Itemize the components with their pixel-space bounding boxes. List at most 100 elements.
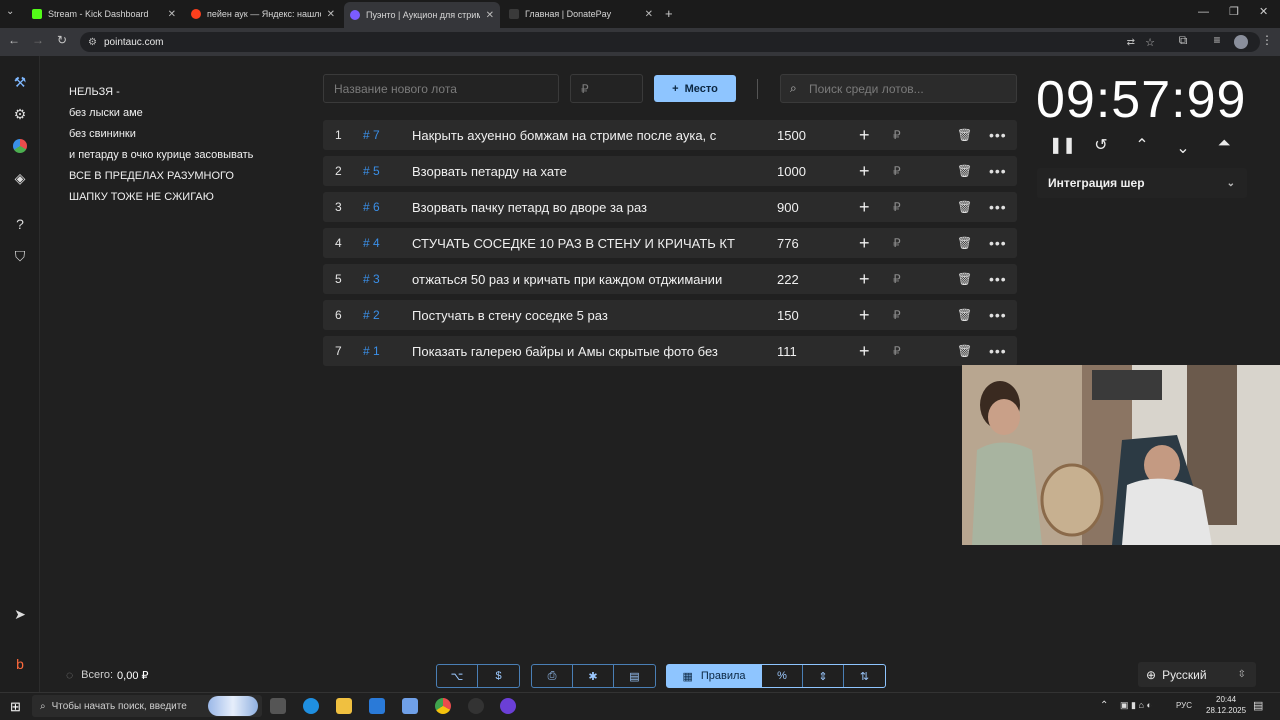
lot-title[interactable]: отжаться 50 раз и кричать при каждом отд… [412, 272, 746, 287]
telegram-icon[interactable]: ➤ [10, 604, 30, 624]
lot-id[interactable]: # 2 [363, 308, 380, 322]
more-options-icon[interactable]: ••• [989, 235, 1007, 251]
menu-dots-icon[interactable]: ⋮ [1258, 33, 1276, 47]
lot-id[interactable]: # 5 [363, 164, 380, 178]
more-options-icon[interactable]: ••• [989, 343, 1007, 359]
lot-amount-input[interactable]: ₽ [570, 74, 643, 103]
notifications-icon[interactable]: ▤ [1253, 699, 1263, 712]
close-icon[interactable]: ✕ [168, 9, 176, 20]
close-icon[interactable]: ✕ [645, 9, 653, 20]
tab-pointauc[interactable]: Пуэнто | Аукцион для стримеров ✕ [344, 2, 500, 28]
tab-donatepay[interactable]: Главная | DonatePay ✕ [503, 4, 659, 24]
lot-id[interactable]: # 7 [363, 128, 380, 142]
add-amount-icon[interactable]: + [859, 161, 870, 182]
more-options-icon[interactable]: ••• [989, 127, 1007, 143]
window-close-icon[interactable]: ✕ [1259, 5, 1268, 18]
lot-search-input[interactable]: ⌕ Поиск среди лотов... [780, 74, 1017, 103]
pause-icon[interactable]: ❚❚ [1049, 135, 1076, 155]
windows-start-icon[interactable]: ⊞ [10, 699, 21, 715]
donate-button[interactable]: $ [478, 665, 519, 687]
reload-icon[interactable]: ↻ [53, 33, 71, 47]
taskbar-clock[interactable]: 20:44 28.12.2025 [1206, 694, 1246, 716]
forward-icon[interactable]: → [29, 33, 47, 47]
trash-icon[interactable]: 🗑 [957, 128, 972, 142]
delete-all-button[interactable]: ▤ [614, 665, 655, 687]
bookmark-star-icon[interactable]: ☆ [1145, 36, 1155, 49]
lot-id[interactable]: # 1 [363, 344, 380, 358]
tab-kick[interactable]: Stream - Kick Dashboard ✕ [26, 4, 182, 24]
task-view-icon[interactable] [270, 698, 286, 714]
add-place-button[interactable]: + Место [654, 75, 736, 102]
tab-search-icon[interactable]: ⌄ [6, 6, 14, 17]
lot-row[interactable]: 1 # 7 Накрыть ахуенно бомжам на стриме пос… [323, 120, 1017, 150]
translate-icon[interactable]: ⇄ [1127, 37, 1135, 48]
tray-icons[interactable]: ▣ ▮ ⌂ ◐ [1120, 700, 1152, 711]
app-icon[interactable] [402, 698, 418, 714]
app-purple-icon[interactable] [500, 698, 516, 714]
bug-report-button[interactable]: ✱ [573, 665, 614, 687]
add-amount-icon[interactable]: + [859, 341, 870, 362]
chrome-icon[interactable] [435, 698, 451, 714]
add-amount-icon[interactable]: + [859, 125, 870, 146]
store-icon[interactable] [369, 698, 385, 714]
lot-id[interactable]: # 4 [363, 236, 380, 250]
lot-row[interactable]: 4 # 4 СТУЧАТЬ СОСЕДКЕ 10 РАЗ В СТЕНУ И КРИ… [323, 228, 1017, 258]
help-icon[interactable]: ? [10, 214, 30, 234]
layers-icon[interactable]: ◈ [10, 168, 30, 188]
more-options-icon[interactable]: ••• [989, 307, 1007, 323]
lot-title[interactable]: Постучать в стену соседке 5 раз [412, 308, 746, 323]
lot-id[interactable]: # 6 [363, 200, 380, 214]
trash-icon[interactable]: 🗑 [957, 272, 972, 286]
close-icon[interactable]: ✕ [486, 10, 494, 21]
profile-avatar[interactable] [1234, 35, 1248, 49]
taskbar-lang[interactable]: РУС [1176, 701, 1192, 710]
pie-chart-icon[interactable] [10, 136, 30, 156]
trash-icon[interactable]: 🗑 [957, 164, 972, 178]
lot-id[interactable]: # 3 [363, 272, 380, 286]
trash-icon[interactable]: 🗑 [957, 308, 972, 322]
more-options-icon[interactable]: ••• [989, 199, 1007, 215]
edge-icon[interactable] [303, 698, 319, 714]
add-amount-icon[interactable]: + [859, 305, 870, 326]
more-options-icon[interactable]: ••• [989, 163, 1007, 179]
lot-row[interactable]: 6 # 2 Постучать в стену соседке 5 раз 150 + ₽… [323, 300, 1017, 330]
lot-row[interactable]: 3 # 6 Взорвать пачку петард во дворе за ра… [323, 192, 1017, 222]
tab-yandex[interactable]: пейен аук — Яндекс: нашлось ✕ [185, 4, 341, 24]
boosty-icon[interactable]: b [10, 654, 30, 674]
back-icon[interactable]: ← [5, 33, 23, 47]
lot-row[interactable]: 7 # 1 Показать галерею байры и Амы скрытые… [323, 336, 1017, 366]
more-options-icon[interactable]: ••• [989, 271, 1007, 287]
extensions-icon[interactable]: ⧉ [1174, 33, 1192, 48]
tray-chevron-icon[interactable]: ⌃ [1100, 700, 1108, 711]
save-button[interactable]: ⎙ [532, 665, 573, 687]
language-select[interactable]: ⊕ Русский ⇳ [1138, 662, 1256, 687]
trash-icon[interactable]: 🗑 [957, 236, 972, 250]
integration-dropdown[interactable]: Интеграция шер ⌄ [1037, 168, 1247, 198]
lot-title[interactable]: Взорвать петарду на хате [412, 164, 746, 179]
trash-icon[interactable]: 🗑 [957, 200, 972, 214]
close-icon[interactable]: ✕ [327, 9, 335, 20]
lot-title[interactable]: Взорвать пачку петард во дворе за раз [412, 200, 746, 215]
rules-button[interactable]: ▦ Правила [667, 665, 762, 687]
site-info-icon[interactable]: ⚙ [88, 37, 97, 48]
add-amount-icon[interactable]: + [859, 269, 870, 290]
address-bar[interactable]: ⚙ pointauc.com ⇄ ☆ [80, 32, 1260, 52]
obs-icon[interactable] [468, 698, 484, 714]
lot-row[interactable]: 5 # 3 отжаться 50 раз и кричать при каждом… [323, 264, 1017, 294]
reset-timer-icon[interactable]: ↺ [1090, 135, 1112, 155]
media-icon[interactable]: ≡ [1208, 33, 1226, 47]
chevron-up-icon[interactable]: ⌃ [1131, 135, 1153, 155]
lot-row[interactable]: 2 # 5 Взорвать петарду на хате 1000 + ₽ 🗑 ••• [323, 156, 1017, 186]
lot-title[interactable]: Накрыть ахуенно бомжам на стриме после а… [412, 128, 746, 143]
minimize-icon[interactable]: — [1198, 6, 1209, 18]
double-chevron-up-icon[interactable]: ⏶ [1213, 135, 1235, 153]
add-amount-icon[interactable]: + [859, 233, 870, 254]
shield-icon[interactable]: ⛉ [10, 246, 30, 266]
split-button[interactable]: ⇕ [803, 665, 844, 687]
maximize-icon[interactable]: ❐ [1229, 5, 1239, 18]
sort-button[interactable]: ⇅ [844, 665, 885, 687]
gavel-icon[interactable]: ⚒ [10, 72, 30, 92]
trash-icon[interactable]: 🗑 [957, 344, 972, 358]
file-explorer-icon[interactable] [336, 698, 352, 714]
lot-title[interactable]: СТУЧАТЬ СОСЕДКЕ 10 РАЗ В СТЕНУ И КРИЧАТЬ… [412, 236, 746, 251]
